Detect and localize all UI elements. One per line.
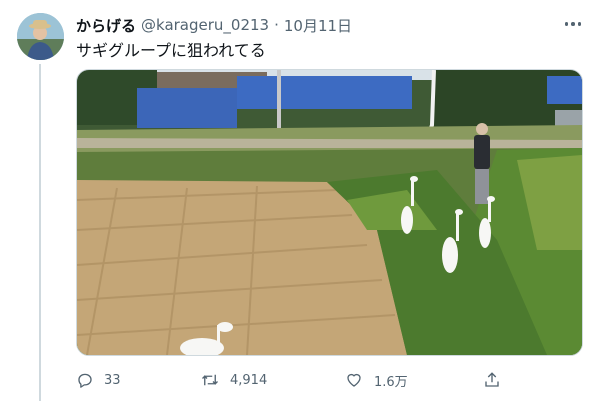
tweet-text: サギグループに狙われてる (76, 41, 266, 60)
tweet-date[interactable]: 10月11日 (284, 15, 352, 36)
reply-icon (78, 373, 92, 388)
separator: · (274, 16, 279, 34)
tweet-actions: 33 4,914 1.6万 (76, 368, 506, 392)
retweet-count: 4,914 (230, 372, 268, 388)
handle[interactable]: @karageru_0213 (141, 16, 269, 34)
reply-count: 33 (104, 372, 121, 388)
display-name[interactable]: からげる (76, 15, 136, 36)
tweet-photo[interactable] (76, 69, 583, 356)
avatar[interactable] (17, 13, 64, 60)
like-count: 1.6万 (374, 374, 408, 390)
share-button[interactable] (483, 368, 501, 392)
share-icon (485, 372, 499, 387)
heart-icon (347, 373, 361, 387)
like-button[interactable]: 1.6万 (344, 368, 408, 392)
more-horizontal-icon[interactable] (562, 15, 584, 33)
tweet-header: からげる @karageru_0213 · 10月11日 (76, 14, 352, 36)
retweet-button[interactable]: 4,914 (200, 368, 267, 392)
retweet-icon (202, 374, 218, 386)
thread-line (39, 64, 41, 401)
reply-button[interactable]: 33 (76, 368, 121, 392)
